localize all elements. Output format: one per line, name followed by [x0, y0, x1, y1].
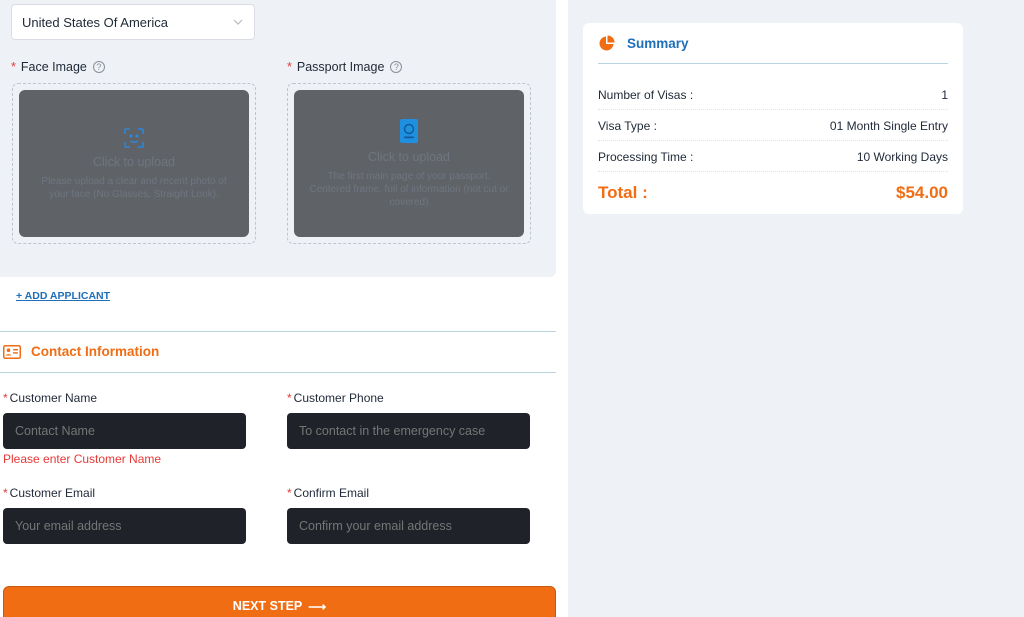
total-label: Total :: [598, 183, 648, 202]
summary-divider: [598, 63, 948, 64]
application-form: United States Of America * Face Image ?: [0, 0, 568, 617]
summary-card: Summary Number of Visas : 1 Visa Type : …: [583, 23, 963, 214]
row-separator: [598, 140, 948, 141]
face-image-upload[interactable]: Click to upload Please upload a clear an…: [12, 83, 256, 244]
contact-card-icon: [3, 344, 21, 359]
visa-application-page: United States Of America * Face Image ?: [0, 0, 1024, 617]
required-marker: *: [287, 391, 292, 405]
face-image-label-text: Face Image: [20, 60, 87, 74]
customer-name-error: Please enter Customer Name: [3, 452, 162, 466]
customer-phone-label: * Customer Phone: [287, 391, 384, 405]
required-marker: *: [3, 391, 8, 405]
summary-row-value: 10 Working Days: [856, 150, 948, 164]
next-step-label: NEXT STEP: [232, 599, 303, 613]
next-step-button[interactable]: NEXT STEP ⟶: [3, 586, 556, 617]
face-scan-icon: [124, 127, 144, 148]
confirm-email-label: * Confirm Email: [287, 486, 369, 500]
upload-title: Click to upload: [93, 154, 175, 169]
summary-row-label: Visa Type :: [598, 119, 657, 133]
question-circle-icon[interactable]: ?: [92, 61, 105, 73]
summary-sidebar: Summary Number of Visas : 1 Visa Type : …: [568, 0, 1024, 617]
customer-name-label: * Customer Name: [3, 391, 97, 405]
passport-image-upload[interactable]: Click to upload The first main page of y…: [287, 83, 531, 244]
summary-row: Number of Visas : 1: [598, 88, 948, 102]
pie-chart-icon: [599, 35, 615, 51]
passport-image-label-text: Passport Image: [296, 60, 385, 74]
row-separator: [598, 109, 948, 110]
required-marker: *: [287, 60, 292, 74]
customer-phone-label-text: Customer Phone: [293, 391, 384, 405]
required-marker: *: [287, 486, 292, 500]
customer-email-input[interactable]: [3, 508, 246, 544]
nationality-select[interactable]: United States Of America: [11, 4, 255, 40]
face-image-dropzone[interactable]: Click to upload Please upload a clear an…: [19, 90, 249, 237]
add-applicant-link[interactable]: + ADD APPLICANT: [16, 290, 110, 302]
summary-row-value: 01 Month Single Entry: [829, 119, 948, 133]
summary-row-label: Processing Time :: [598, 150, 694, 164]
face-image-label: * Face Image ?: [11, 60, 105, 74]
summary-title: Summary: [627, 36, 689, 51]
summary-row-value: 1: [941, 88, 948, 102]
required-marker: *: [11, 60, 16, 74]
customer-name-label-text: Customer Name: [9, 391, 98, 405]
summary-row: Processing Time : 10 Working Days: [598, 150, 948, 164]
confirm-email-input[interactable]: [287, 508, 530, 544]
confirm-email-label-text: Confirm Email: [293, 486, 370, 500]
arrow-right-icon: ⟶: [308, 600, 327, 614]
row-separator: [598, 171, 948, 172]
summary-row-label: Number of Visas :: [598, 88, 694, 102]
customer-name-input[interactable]: [3, 413, 246, 449]
contact-section-title: Contact Information: [31, 344, 160, 359]
contact-section-header: Contact Information: [3, 344, 159, 359]
summary-header: Summary: [598, 35, 689, 52]
passport-icon: [400, 119, 418, 143]
customer-email-label: * Customer Email: [3, 486, 95, 500]
chevron-down-icon: [233, 19, 243, 25]
upload-hint: Please upload a clear and recent photo o…: [41, 175, 227, 200]
passport-image-label: * Passport Image ?: [287, 60, 403, 74]
nationality-value: United States Of America: [22, 14, 168, 30]
section-divider: [0, 372, 556, 373]
question-circle-icon[interactable]: ?: [390, 61, 403, 73]
total-row: Total : $54.00: [598, 183, 948, 203]
passport-image-dropzone[interactable]: Click to upload The first main page of y…: [294, 90, 524, 237]
customer-email-label-text: Customer Email: [9, 486, 96, 500]
applicant-panel: United States Of America * Face Image ?: [0, 0, 556, 277]
customer-phone-input[interactable]: [287, 413, 530, 449]
upload-hint: The first main page of your passport. Ce…: [309, 171, 509, 208]
total-value: $54.00: [896, 183, 948, 202]
summary-row: Visa Type : 01 Month Single Entry: [598, 119, 948, 133]
section-divider: [0, 331, 556, 332]
required-marker: *: [3, 486, 8, 500]
upload-title: Click to upload: [368, 150, 450, 164]
